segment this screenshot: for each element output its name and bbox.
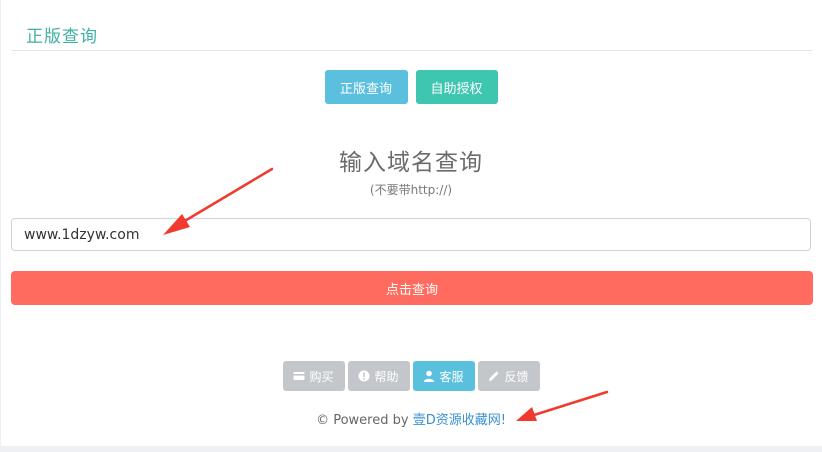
bottom-band — [0, 446, 822, 452]
feedback-label: 反馈 — [504, 369, 529, 384]
help-button[interactable]: 帮助 — [347, 361, 410, 391]
genuine-query-button[interactable]: 正版查询 — [324, 70, 408, 104]
brand-link[interactable]: 壹D资源收藏网! — [413, 413, 506, 428]
query-heading: 输入域名查询 — [339, 150, 483, 176]
footer-actions: 购买 帮助 客服 反馈 — [0, 361, 822, 391]
mode-tabs: 正版查询 自助授权 — [0, 70, 822, 104]
panel-title: 正版查询 — [26, 27, 98, 47]
domain-input[interactable] — [11, 218, 811, 251]
query-hint: (不要带http://) — [369, 183, 453, 197]
card-icon — [293, 370, 305, 382]
service-label: 客服 — [439, 369, 464, 384]
powered-by: © Powered by 壹D资源收藏网! — [0, 409, 822, 428]
submit-query-button[interactable]: 点击查询 — [11, 271, 813, 305]
exclamation-circle-icon — [358, 370, 370, 382]
page: 正版查询 正版查询 自助授权 输入域名查询 (不要带http://) 点击查询 … — [0, 0, 822, 452]
powered-prefix: © Powered by — [316, 413, 409, 428]
buy-label: 购买 — [309, 369, 334, 384]
self-authorize-button[interactable]: 自助授权 — [415, 70, 498, 104]
help-label: 帮助 — [374, 369, 399, 384]
buy-button[interactable]: 购买 — [282, 361, 345, 391]
user-icon — [423, 370, 435, 382]
feedback-button[interactable]: 反馈 — [477, 361, 540, 391]
customer-service-button[interactable]: 客服 — [412, 361, 475, 391]
title-divider — [12, 50, 812, 51]
pencil-icon — [488, 370, 500, 382]
